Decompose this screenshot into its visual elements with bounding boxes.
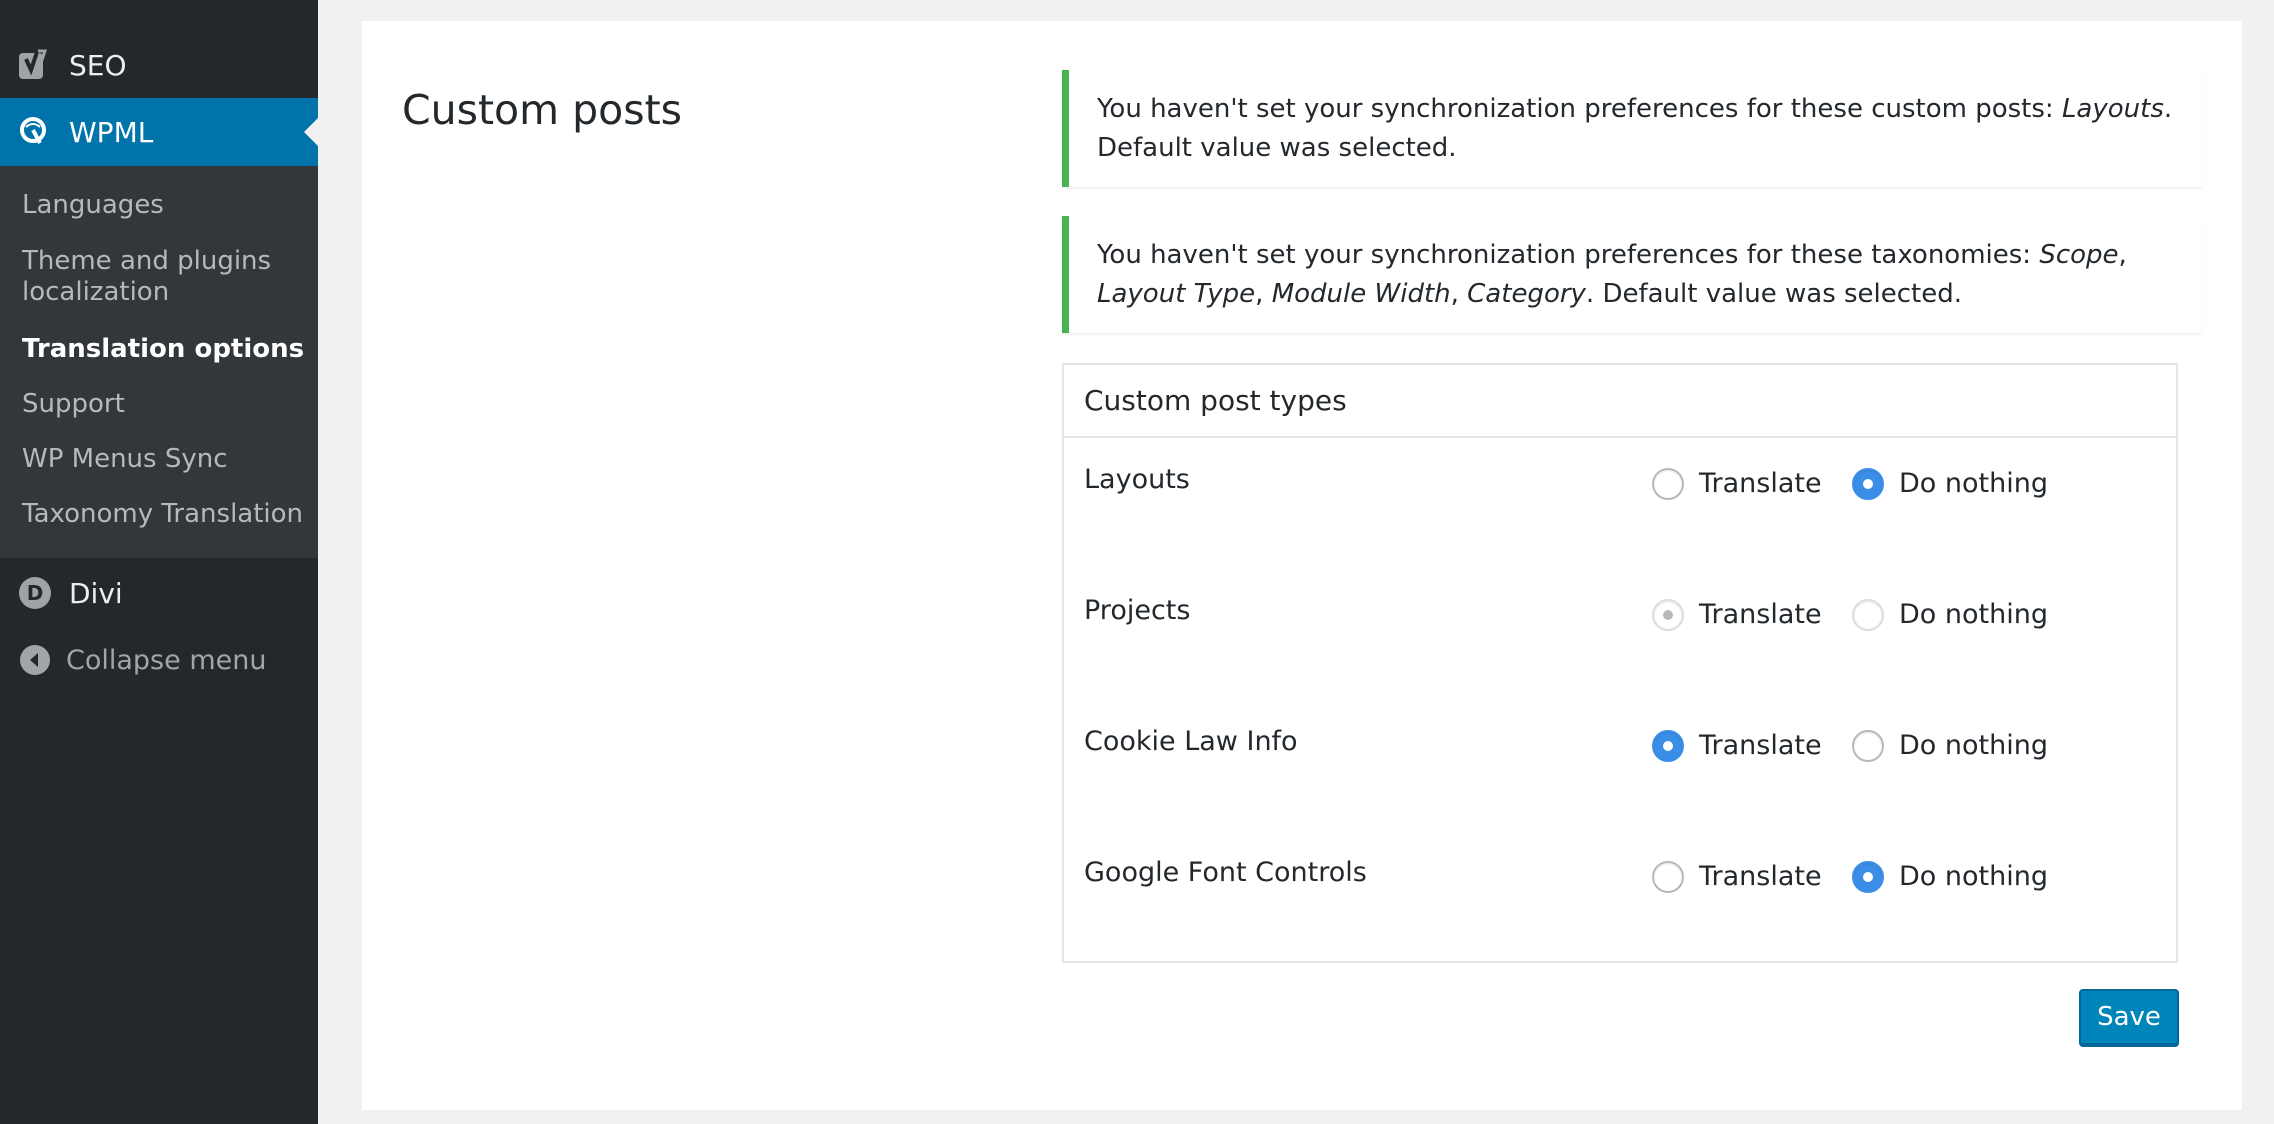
radio-translate[interactable] — [1652, 861, 1684, 893]
notice-taxonomies: You haven't set your synchronization pre… — [1062, 216, 2202, 333]
notice-item-name: Module Width — [1271, 279, 1451, 309]
menu-label-wpml: WPML — [69, 115, 154, 149]
radio-label-translate: Translate — [1699, 730, 1822, 761]
notice-text: . Default value was selected. — [1585, 279, 1963, 309]
menu-item-seo[interactable]: SEO — [0, 40, 318, 90]
radio-do-nothing[interactable] — [1852, 861, 1884, 893]
post-type-name: Projects — [1084, 595, 1191, 626]
notice-item-name: Layouts — [2061, 94, 2164, 124]
radio-option-do-nothing: Do nothing — [1852, 597, 2048, 633]
radio-label-do-nothing: Do nothing — [1899, 468, 2048, 499]
submenu-item-translation-options[interactable]: Translation options — [22, 334, 312, 365]
radio-do-nothing — [1852, 599, 1884, 631]
menu-label-divi: Divi — [69, 576, 123, 610]
menu-item-divi[interactable]: D Divi — [0, 568, 318, 618]
notice-item-name: Layout Type — [1097, 279, 1256, 309]
post-type-row: Google Font Controls Translate Do nothing — [1064, 855, 2176, 915]
custom-post-types-box: Custom post types Layouts Translate Do not… — [1062, 363, 2178, 963]
radio-option-do-nothing[interactable]: Do nothing — [1852, 859, 2048, 895]
divi-icon: D — [18, 576, 52, 610]
radio-translate[interactable] — [1652, 730, 1684, 762]
collapse-arrow-icon — [18, 643, 52, 677]
radio-do-nothing[interactable] — [1852, 468, 1884, 500]
notice-item-name: Scope — [2039, 240, 2119, 270]
radio-label-translate: Translate — [1699, 468, 1822, 499]
radio-translate[interactable] — [1652, 468, 1684, 500]
save-button[interactable]: Save — [2079, 989, 2179, 1045]
post-type-row: Layouts Translate Do nothing — [1064, 462, 2176, 522]
notice-text: You haven't set your synchronization pre… — [1097, 240, 2040, 270]
post-type-name: Cookie Law Info — [1084, 726, 1298, 757]
radio-option-translate[interactable]: Translate — [1652, 859, 1822, 895]
radio-label-do-nothing: Do nothing — [1899, 599, 2048, 630]
radio-label-translate: Translate — [1699, 861, 1822, 892]
submenu-item-theme-plugins-localization[interactable]: Theme and plugins localization — [22, 246, 312, 308]
submenu-item-support[interactable]: Support — [22, 389, 312, 420]
wpml-submenu: Languages Theme and plugins localization… — [0, 166, 318, 558]
yoast-icon — [18, 48, 52, 82]
radio-option-translate[interactable]: Translate — [1652, 466, 1822, 502]
post-type-row: Cookie Law Info Translate Do nothing — [1064, 724, 2176, 784]
radio-option-do-nothing[interactable]: Do nothing — [1852, 466, 2048, 502]
menu-label-collapse: Collapse menu — [66, 644, 267, 676]
notice-text: You haven't set your synchronization pre… — [1097, 94, 2062, 124]
svg-text:D: D — [27, 581, 44, 605]
submenu-item-languages[interactable]: Languages — [22, 190, 312, 221]
wpml-icon — [18, 115, 52, 149]
radio-option-translate: Translate — [1652, 597, 1822, 633]
admin-sidebar: SEO WPML Languages Theme and plugins loc… — [0, 0, 318, 1124]
post-type-name: Google Font Controls — [1084, 857, 1367, 888]
radio-do-nothing[interactable] — [1852, 730, 1884, 762]
menu-item-wpml[interactable]: WPML — [0, 98, 318, 166]
submenu-item-taxonomy-translation[interactable]: Taxonomy Translation — [22, 499, 312, 530]
notice-custom-posts: You haven't set your synchronization pre… — [1062, 70, 2202, 187]
notice-item-name: Category — [1467, 279, 1586, 309]
box-title: Custom post types — [1064, 365, 2176, 438]
submenu-item-wp-menus-sync[interactable]: WP Menus Sync — [22, 444, 312, 475]
post-type-name: Layouts — [1084, 464, 1190, 495]
menu-label-seo: SEO — [69, 48, 127, 82]
radio-label-translate: Translate — [1699, 599, 1822, 630]
page-title: Custom posts — [402, 86, 683, 134]
radio-option-translate[interactable]: Translate — [1652, 728, 1822, 764]
radio-label-do-nothing: Do nothing — [1899, 861, 2048, 892]
collapse-menu-button[interactable]: Collapse menu — [0, 636, 318, 684]
post-type-row: Projects Translate Do nothing — [1064, 593, 2176, 653]
radio-option-do-nothing[interactable]: Do nothing — [1852, 728, 2048, 764]
radio-translate — [1652, 599, 1684, 631]
radio-label-do-nothing: Do nothing — [1899, 730, 2048, 761]
